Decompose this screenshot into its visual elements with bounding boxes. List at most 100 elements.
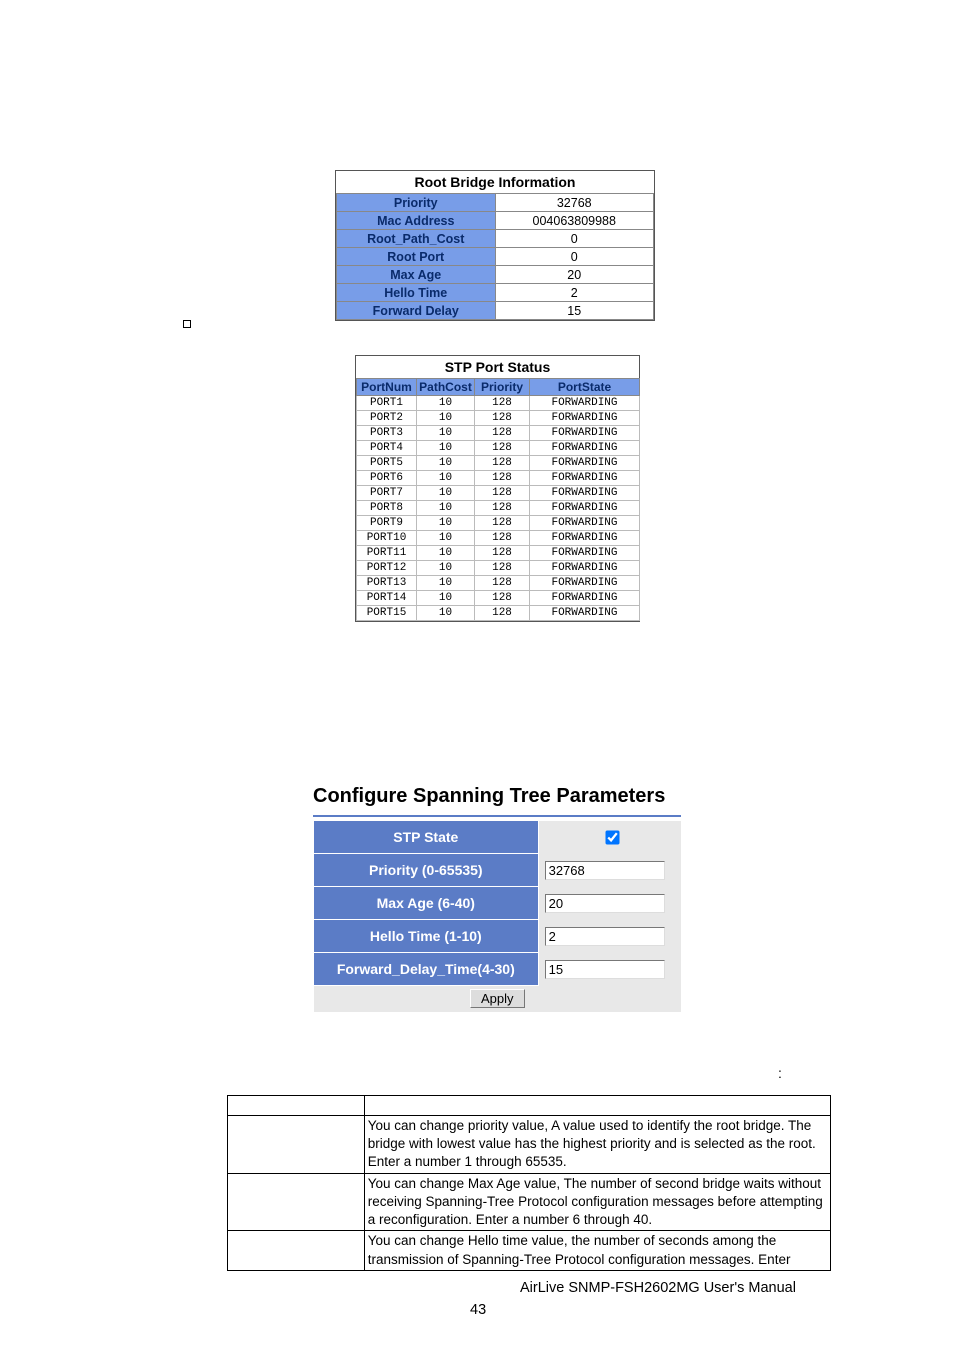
root-bridge-info-table: Priority32768Mac Address004063809988Root… — [336, 193, 654, 320]
root-bridge-value: 004063809988 — [495, 212, 654, 230]
stp-port-cell: 128 — [475, 456, 530, 471]
stp-port-cell: 10 — [417, 396, 475, 411]
stp-port-cell: 10 — [417, 426, 475, 441]
stp-port-cell: 128 — [475, 396, 530, 411]
stp-port-cell: FORWARDING — [530, 591, 640, 606]
max-age-label: Max Age (6-40) — [314, 887, 539, 920]
table-row: PORT810128FORWARDING — [357, 501, 640, 516]
stp-port-cell: PORT1 — [357, 396, 417, 411]
stp-port-cell: PORT5 — [357, 456, 417, 471]
stp-port-cell: FORWARDING — [530, 411, 640, 426]
stp-port-cell: PORT8 — [357, 501, 417, 516]
stp-port-cell: 128 — [475, 501, 530, 516]
stp-port-cell: 128 — [475, 606, 530, 621]
stp-port-cell: FORWARDING — [530, 606, 640, 621]
table-row: PORT310128FORWARDING — [357, 426, 640, 441]
root-bridge-value: 0 — [495, 248, 654, 266]
stp-port-cell: FORWARDING — [530, 501, 640, 516]
table-row: PORT210128FORWARDING — [357, 411, 640, 426]
table-row: PORT1010128FORWARDING — [357, 531, 640, 546]
root-bridge-info-panel: Root Bridge Information Priority32768Mac… — [335, 170, 655, 321]
stp-port-cell: 128 — [475, 486, 530, 501]
stp-state-label: STP State — [314, 821, 539, 854]
stp-port-cell: PORT10 — [357, 531, 417, 546]
root-bridge-value: 32768 — [495, 194, 654, 212]
stp-port-cell: FORWARDING — [530, 441, 640, 456]
stp-port-cell: 128 — [475, 426, 530, 441]
stp-port-cell: 10 — [417, 516, 475, 531]
stp-port-cell: FORWARDING — [530, 486, 640, 501]
description-table: You can change priority value, A value u… — [227, 1095, 831, 1271]
stp-port-cell: 128 — [475, 561, 530, 576]
stp-port-cell: 10 — [417, 441, 475, 456]
stp-port-cell: 128 — [475, 546, 530, 561]
stp-port-cell: 10 — [417, 606, 475, 621]
root-bridge-value: 20 — [495, 266, 654, 284]
stp-port-cell: PORT4 — [357, 441, 417, 456]
description-key — [228, 1231, 365, 1270]
stp-port-cell: 10 — [417, 561, 475, 576]
root-bridge-key: Hello Time — [337, 284, 496, 302]
stp-port-header: Priority — [475, 379, 530, 396]
stp-port-cell: PORT3 — [357, 426, 417, 441]
table-row: PORT910128FORWARDING — [357, 516, 640, 531]
hello-time-label: Hello Time (1-10) — [314, 920, 539, 953]
stp-port-header: PathCost — [417, 379, 475, 396]
footer-text: AirLive SNMP-FSH2602MG User's Manual — [520, 1280, 796, 1296]
description-key — [228, 1096, 365, 1116]
stp-port-cell: FORWARDING — [530, 516, 640, 531]
stp-port-cell: 128 — [475, 516, 530, 531]
root-bridge-value: 15 — [495, 302, 654, 320]
max-age-input[interactable] — [545, 894, 665, 913]
stp-port-cell: PORT13 — [357, 576, 417, 591]
stp-port-cell: FORWARDING — [530, 531, 640, 546]
colon-mark: : — [778, 1065, 782, 1081]
configure-title: Configure Spanning Tree Parameters — [313, 785, 665, 808]
stp-port-cell: PORT15 — [357, 606, 417, 621]
description-value: You can change priority value, A value u… — [364, 1116, 830, 1174]
hello-time-input[interactable] — [545, 927, 665, 946]
forward-delay-input[interactable] — [545, 960, 665, 979]
description-value: You can change Max Age value, The number… — [364, 1173, 830, 1231]
configure-table: STP State Priority (0-65535) Max Age (6-… — [313, 820, 681, 1012]
stp-port-cell: 128 — [475, 576, 530, 591]
description-value: You can change Hello time value, the num… — [364, 1231, 830, 1270]
forward-delay-label: Forward_Delay_Time(4-30) — [314, 953, 539, 986]
stp-port-cell: FORWARDING — [530, 456, 640, 471]
stp-port-cell: 128 — [475, 471, 530, 486]
stp-port-cell: 10 — [417, 411, 475, 426]
root-bridge-key: Priority — [337, 194, 496, 212]
stp-port-cell: 128 — [475, 441, 530, 456]
stp-port-cell: PORT11 — [357, 546, 417, 561]
root-bridge-info-title: Root Bridge Information — [336, 171, 654, 193]
table-row: PORT1210128FORWARDING — [357, 561, 640, 576]
stp-port-cell: 10 — [417, 456, 475, 471]
apply-button[interactable]: Apply — [470, 989, 525, 1008]
root-bridge-key: Root Port — [337, 248, 496, 266]
stp-port-cell: PORT6 — [357, 471, 417, 486]
page-number: 43 — [470, 1302, 486, 1318]
table-row: You can change Max Age value, The number… — [228, 1173, 831, 1231]
table-row: PORT1510128FORWARDING — [357, 606, 640, 621]
stp-port-cell: FORWARDING — [530, 576, 640, 591]
table-row: PORT510128FORWARDING — [357, 456, 640, 471]
stp-port-cell: PORT9 — [357, 516, 417, 531]
root-bridge-key: Mac Address — [337, 212, 496, 230]
table-row — [228, 1096, 831, 1116]
table-row: PORT1110128FORWARDING — [357, 546, 640, 561]
stp-port-cell: FORWARDING — [530, 561, 640, 576]
stp-port-cell: 128 — [475, 531, 530, 546]
root-bridge-value: 0 — [495, 230, 654, 248]
stp-port-cell: 10 — [417, 576, 475, 591]
stp-port-cell: FORWARDING — [530, 546, 640, 561]
stp-port-cell: FORWARDING — [530, 471, 640, 486]
root-bridge-key: Root_Path_Cost — [337, 230, 496, 248]
stp-port-cell: 10 — [417, 501, 475, 516]
table-row: You can change priority value, A value u… — [228, 1116, 831, 1174]
stp-state-checkbox[interactable] — [606, 830, 620, 844]
root-bridge-key: Forward Delay — [337, 302, 496, 320]
priority-input[interactable] — [545, 861, 665, 880]
root-bridge-key: Max Age — [337, 266, 496, 284]
stp-port-cell: FORWARDING — [530, 426, 640, 441]
table-row: PORT410128FORWARDING — [357, 441, 640, 456]
